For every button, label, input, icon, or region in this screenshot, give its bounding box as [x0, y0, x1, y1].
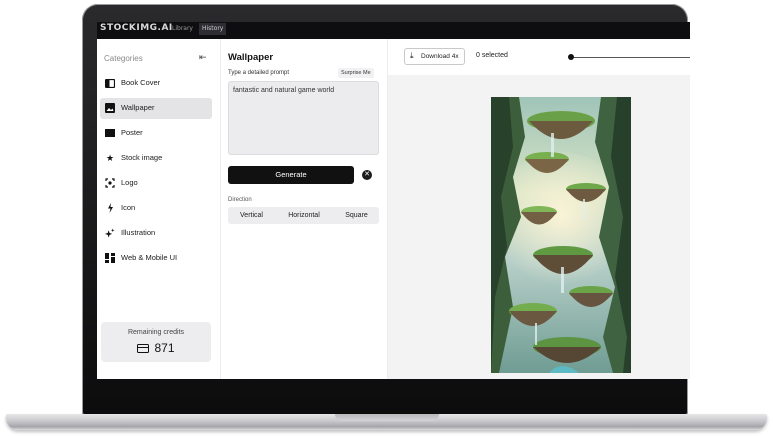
credit-card-icon: [137, 343, 150, 353]
sidebar-item-label: Icon: [121, 203, 136, 212]
sidebar-title: Categories: [104, 54, 143, 63]
collapse-sidebar-icon[interactable]: ⇤: [199, 52, 207, 63]
direction-vertical-button[interactable]: Vertical: [230, 207, 273, 224]
sidebar-item-label: Poster: [121, 128, 143, 137]
prompt-value: fantastic and natural game world: [233, 87, 335, 94]
clear-prompt-icon[interactable]: ✕: [362, 170, 372, 180]
zoom-slider-track[interactable]: [571, 57, 690, 58]
app-top-bar: STOCKIMG.AI Library History: [97, 22, 690, 39]
generated-image[interactable]: [491, 97, 631, 373]
wallpaper-icon: [105, 103, 115, 113]
tab-library[interactable]: Library: [169, 23, 196, 35]
categories-sidebar: Categories ⇤ Book Cover Wallpaper Poster…: [97, 39, 221, 379]
remaining-credits-card: Remaining credits 871: [101, 322, 211, 362]
surprise-me-button[interactable]: Surprise Me: [338, 68, 374, 78]
prompt-panel: Wallpaper Type a detailed prompt Surpris…: [221, 39, 388, 379]
direction-horizontal-button[interactable]: Horizontal: [275, 207, 333, 224]
prompt-label: Type a detailed prompt: [228, 70, 290, 76]
direction-square-button[interactable]: Square: [335, 207, 378, 224]
sidebar-item-wallpaper[interactable]: Wallpaper: [100, 98, 212, 119]
sidebar-item-label: Stock image: [121, 153, 163, 162]
sidebar-item-logo[interactable]: Logo: [100, 173, 212, 194]
book-cover-icon: [105, 78, 115, 88]
sidebar-item-label: Logo: [121, 178, 138, 187]
output-area: ⤓ Download 4x 0 selected: [388, 39, 690, 379]
download-button[interactable]: ⤓ Download 4x: [404, 48, 465, 65]
sidebar-item-book-cover[interactable]: Book Cover: [100, 73, 212, 94]
credits-label: Remaining credits: [127, 329, 185, 336]
sidebar-item-stock-image[interactable]: ★ Stock image: [100, 148, 212, 169]
credits-value-row: 871: [101, 341, 211, 355]
sidebar-item-label: Book Cover: [121, 78, 161, 87]
sidebar-item-illustration[interactable]: Illustration: [100, 223, 212, 244]
grid-icon: [105, 253, 115, 263]
logo-icon: [105, 178, 115, 188]
prompt-textarea[interactable]: fantastic and natural game world: [228, 81, 379, 155]
tab-history[interactable]: History: [199, 23, 227, 35]
direction-label: Direction: [228, 197, 252, 203]
bolt-icon: [105, 203, 115, 213]
sidebar-item-label: Web & Mobile UI: [121, 253, 178, 262]
panel-title: Wallpaper: [228, 52, 274, 63]
selected-count: 0 selected: [476, 52, 508, 59]
sidebar-item-label: Illustration: [121, 228, 156, 237]
direction-selector: Vertical Horizontal Square: [228, 207, 379, 224]
laptop-notch: [335, 414, 439, 421]
sidebar-item-poster[interactable]: Poster: [100, 123, 212, 144]
sidebar-item-web-mobile-ui[interactable]: Web & Mobile UI: [100, 248, 212, 269]
sidebar-item-icon[interactable]: Icon: [100, 198, 212, 219]
poster-icon: [105, 128, 115, 138]
brand-logo[interactable]: STOCKIMG.AI: [100, 23, 173, 33]
download-icon: ⤓: [410, 51, 414, 60]
laptop-screen: STOCKIMG.AI Library History Categories ⇤…: [97, 22, 690, 379]
download-label: Download 4x: [421, 53, 459, 60]
output-toolbar: ⤓ Download 4x 0 selected: [388, 39, 690, 75]
generate-button[interactable]: Generate: [228, 166, 354, 184]
sparkle-icon: [105, 228, 115, 238]
star-icon: ★: [105, 152, 115, 163]
credits-value: 871: [154, 341, 175, 355]
sidebar-item-label: Wallpaper: [121, 103, 155, 112]
zoom-slider-handle[interactable]: [568, 54, 574, 60]
